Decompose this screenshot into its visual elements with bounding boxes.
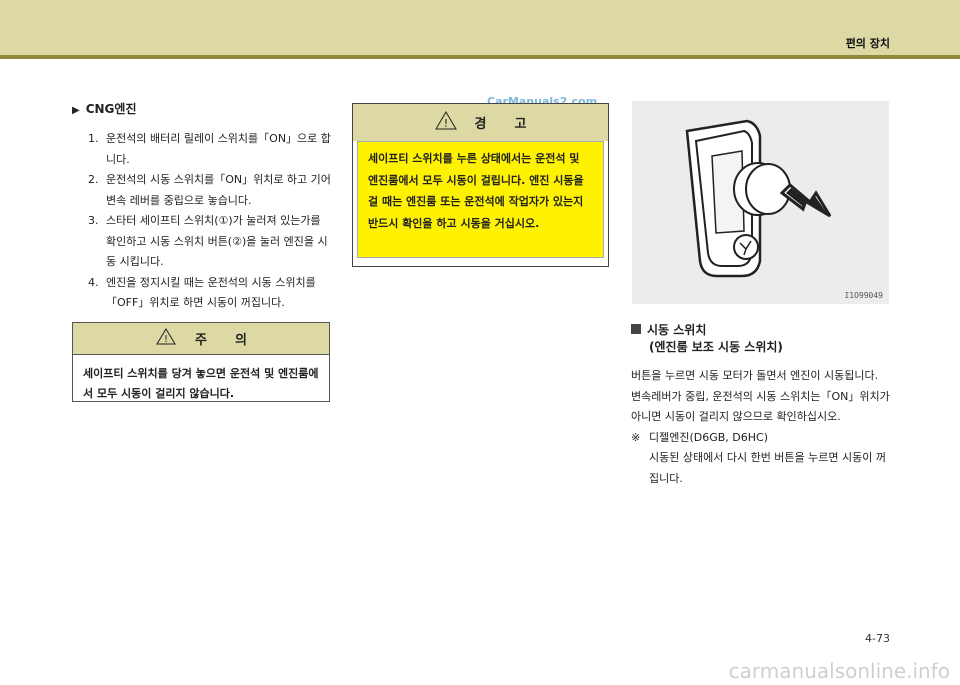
header-band: [0, 0, 960, 55]
warning-title-b: 고: [514, 117, 527, 132]
note: ※ 디젤엔진(D6GB, D6HC): [631, 428, 893, 449]
start-switch-title: 시동 스위치: [647, 323, 707, 337]
figure-code: I1O99049: [844, 291, 883, 300]
caution-body: 세이프티 스위치를 당겨 놓으면 운전석 및 엔진룸에서 모두 시동이 걸리지 …: [83, 367, 319, 400]
step-number: 4.: [88, 275, 99, 289]
list-item: 3. 스타터 세이프티 스위치(①)가 눌러져 있는가를 확인하고 시동 스위치 …: [72, 211, 332, 273]
step-number: 3.: [88, 214, 99, 227]
note-body: 시동된 상태에서 다시 한번 버튼을 누르면 시동이 꺼집니다.: [649, 451, 886, 485]
step-text: 운전석의 배터리 릴레이 스위치를「ON」으로 합니다.: [106, 132, 331, 166]
svg-text:!: !: [443, 117, 447, 130]
step-text: 엔진을 정지시킬 때는 운전석의 시동 스위치를「OFF」위치로 하면 시동이 …: [106, 275, 316, 310]
warning-header: ! 경 고: [353, 104, 608, 141]
start-switch-section: 시동 스위치 (엔진룸 보조 시동 스위치) 버튼을 누르면 시동 모터가 돌면…: [631, 322, 893, 489]
start-switch-heading: 시동 스위치 (엔진룸 보조 시동 스위치): [631, 322, 893, 356]
list-item: 2. 운전석의 시동 스위치를「ON」위치로 하고 기어 변속 레버를 중립으로 …: [72, 170, 332, 211]
start-button-illustration-icon: [685, 119, 832, 278]
note-title: 디젤엔진(D6GB, D6HC): [649, 430, 769, 444]
svg-text:!: !: [164, 334, 168, 345]
cng-steps: 1. 운전석의 배터리 릴레이 스위치를「ON」으로 합니다. 2. 운전석의 시동…: [72, 129, 332, 314]
list-item: 4. 엔진을 정지시킬 때는 운전석의 시동 스위치를「OFF」위치로 하면 시동…: [72, 273, 332, 314]
page-number: 4-73: [865, 632, 890, 645]
triangle-bullet-icon: ▶: [72, 105, 80, 116]
step-text: 스타터 세이프티 스위치(①)가 눌러져 있는가를 확인하고 시동 스위치 버튼…: [106, 214, 328, 268]
caution-header: ! 주 의: [73, 323, 329, 355]
warning-title-a: 경: [474, 117, 487, 132]
cng-heading: ▶ CNG엔진: [72, 100, 332, 117]
warning-triangle-icon: !: [434, 111, 457, 134]
square-bullet-icon: [631, 324, 641, 334]
start-switch-subtitle: (엔진룸 보조 시동 스위치): [649, 340, 783, 354]
start-switch-para1: 버튼을 누르면 시동 모터가 돌면서 엔진이 시동됩니다.: [631, 369, 879, 382]
start-switch-para2: 변속레버가 중립, 운전석의 시동 스위치는「ON」위치가 아니면 시동이 걸리…: [631, 389, 890, 424]
header-rule: [0, 55, 960, 59]
warning-body: 세이프티 스위치를 누른 상태에서는 운전석 및 엔진룸에서 모두 시동이 걸립…: [357, 141, 604, 258]
cng-heading-text: CNG엔진: [85, 102, 137, 116]
section-title: 편의 장치: [845, 37, 890, 50]
caution-title-b: 의: [235, 333, 247, 348]
footer-watermark: carmanualsonline.info: [728, 659, 950, 683]
step-number: 1.: [88, 132, 99, 145]
caution-box: ! 주 의 세이프티 스위치를 당겨 놓으면 운전석 및 엔진룸에서 모두 시동이…: [72, 322, 330, 402]
cng-section: ▶ CNG엔진 1. 운전석의 배터리 릴레이 스위치를「ON」으로 합니다. 2.…: [72, 100, 332, 314]
step-number: 2.: [88, 173, 99, 186]
step-text: 운전석의 시동 스위치를「ON」위치로 하고 기어 변속 레버를 중립으로 놓습…: [106, 173, 331, 207]
warning-triangle-icon: !: [155, 328, 177, 349]
warning-box: ! 경 고 세이프티 스위치를 누른 상태에서는 운전석 및 엔진룸에서 모두 시…: [352, 103, 609, 267]
start-button-figure: I1O99049: [632, 101, 889, 304]
note-mark: ※: [631, 430, 641, 444]
list-item: 1. 운전석의 배터리 릴레이 스위치를「ON」으로 합니다.: [72, 129, 332, 170]
caution-title-a: 주: [195, 333, 207, 348]
